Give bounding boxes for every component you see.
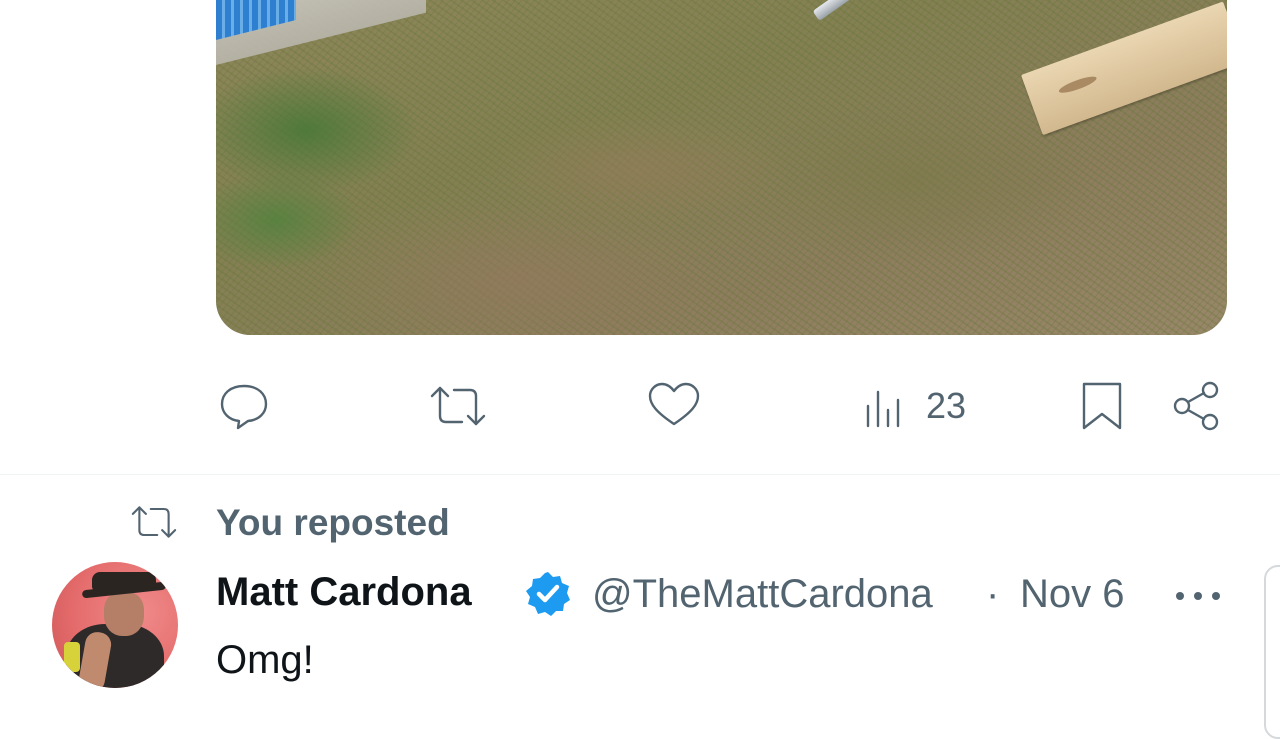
- tweet-text: Omg!: [216, 638, 314, 682]
- avatar[interactable]: [52, 562, 178, 688]
- avatar-patch: [64, 642, 80, 672]
- views-icon: [866, 390, 900, 428]
- reply-button[interactable]: [216, 380, 272, 432]
- repost-icon: [430, 386, 486, 426]
- floating-button-edge[interactable]: [1264, 565, 1280, 739]
- more-icon-dot: [1212, 592, 1220, 600]
- display-name[interactable]: Matt Cardona: [216, 570, 516, 615]
- repost-label: You reposted: [216, 502, 450, 543]
- more-options-button[interactable]: [1174, 574, 1226, 614]
- bookmark-icon: [1082, 382, 1122, 430]
- tweet-header: Matt Cardona @TheMattCardona · Nov 6: [216, 566, 1226, 622]
- post-divider: [0, 474, 1280, 475]
- more-icon: [1176, 592, 1184, 600]
- share-icon: [1173, 381, 1219, 431]
- post-media-image[interactable]: [216, 0, 1227, 335]
- repost-context[interactable]: You reposted: [128, 500, 450, 544]
- heart-icon: [648, 382, 700, 426]
- repost-button[interactable]: [426, 380, 490, 432]
- avatar-hat: [92, 572, 156, 590]
- repost-context-icon: [131, 506, 177, 538]
- more-icon-dot: [1194, 592, 1202, 600]
- verified-badge-icon: [526, 572, 570, 616]
- user-handle[interactable]: @TheMattCardona: [592, 572, 982, 617]
- media-metal-rod: [812, 0, 943, 21]
- like-button[interactable]: [646, 380, 702, 432]
- views-button[interactable]: 23: [860, 380, 966, 432]
- avatar-face: [104, 592, 144, 636]
- views-count: 23: [926, 385, 967, 426]
- tweet-date[interactable]: Nov 6: [1020, 572, 1125, 617]
- bookmark-button[interactable]: [1076, 380, 1128, 432]
- media-wood-plank: [1021, 1, 1227, 136]
- meta-separator: ·: [986, 572, 1000, 616]
- reply-icon: [220, 384, 268, 430]
- share-button[interactable]: [1170, 380, 1226, 432]
